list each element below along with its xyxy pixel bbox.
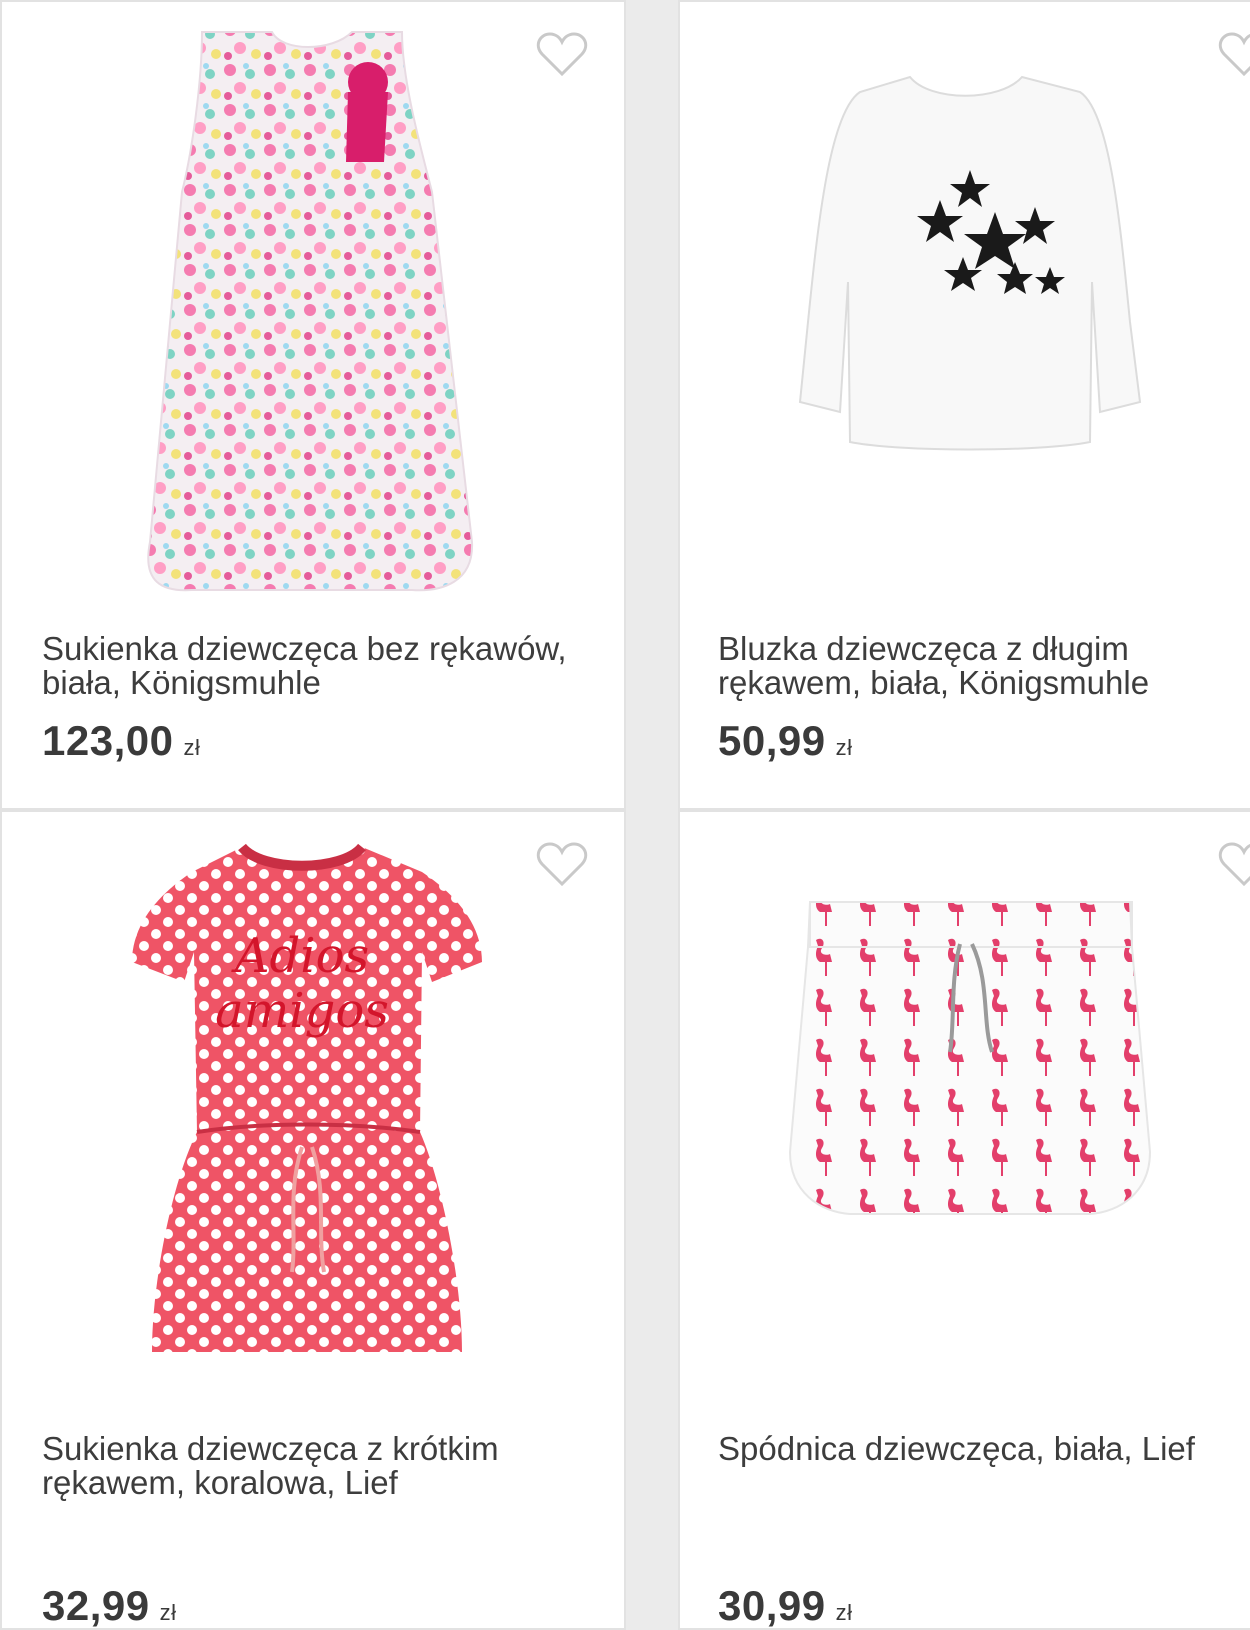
product-card[interactable]: Sukienka dziewczęca bez rękawów, biała, … (0, 0, 626, 810)
product-price: 32,99 zł (42, 1582, 177, 1629)
product-card[interactable]: Adios amigos Sukienka dziewczęca z krótk… (0, 810, 626, 1630)
price-currency: zł (183, 735, 201, 760)
product-title[interactable]: Spódnica dziewczęca, biała, Lief (718, 1432, 1250, 1466)
price-value: 123,00 (42, 717, 174, 764)
svg-text:amigos: amigos (215, 983, 389, 1039)
heart-outline-icon[interactable] (536, 840, 588, 888)
product-image[interactable] (760, 22, 1180, 612)
product-price: 50,99 zł (718, 717, 853, 765)
product-card[interactable]: Spódnica dziewczęca, biała, Lief 30,99 zł (678, 810, 1250, 1630)
price-value: 50,99 (718, 717, 826, 764)
product-image[interactable]: Adios amigos (102, 832, 522, 1422)
heart-outline-icon[interactable] (1218, 30, 1250, 78)
product-price: 123,00 zł (42, 717, 200, 765)
product-title[interactable]: Sukienka dziewczęca z krótkim rękawem, k… (42, 1432, 602, 1500)
product-title[interactable]: Bluzka dziewczęca z długim rękawem, biał… (718, 632, 1250, 700)
price-value: 32,99 (42, 1582, 150, 1629)
product-image[interactable] (760, 832, 1180, 1422)
price-value: 30,99 (718, 1582, 826, 1629)
price-currency: zł (835, 1600, 853, 1625)
price-currency: zł (159, 1600, 177, 1625)
price-currency: zł (835, 735, 853, 760)
heart-outline-icon[interactable] (536, 30, 588, 78)
svg-text:Adios: Adios (231, 928, 369, 984)
product-price: 30,99 zł (718, 1582, 853, 1629)
product-image[interactable] (102, 22, 522, 612)
heart-outline-icon[interactable] (1218, 840, 1250, 888)
product-card[interactable]: Bluzka dziewczęca z długim rękawem, biał… (678, 0, 1250, 810)
product-title[interactable]: Sukienka dziewczęca bez rękawów, biała, … (42, 632, 602, 700)
